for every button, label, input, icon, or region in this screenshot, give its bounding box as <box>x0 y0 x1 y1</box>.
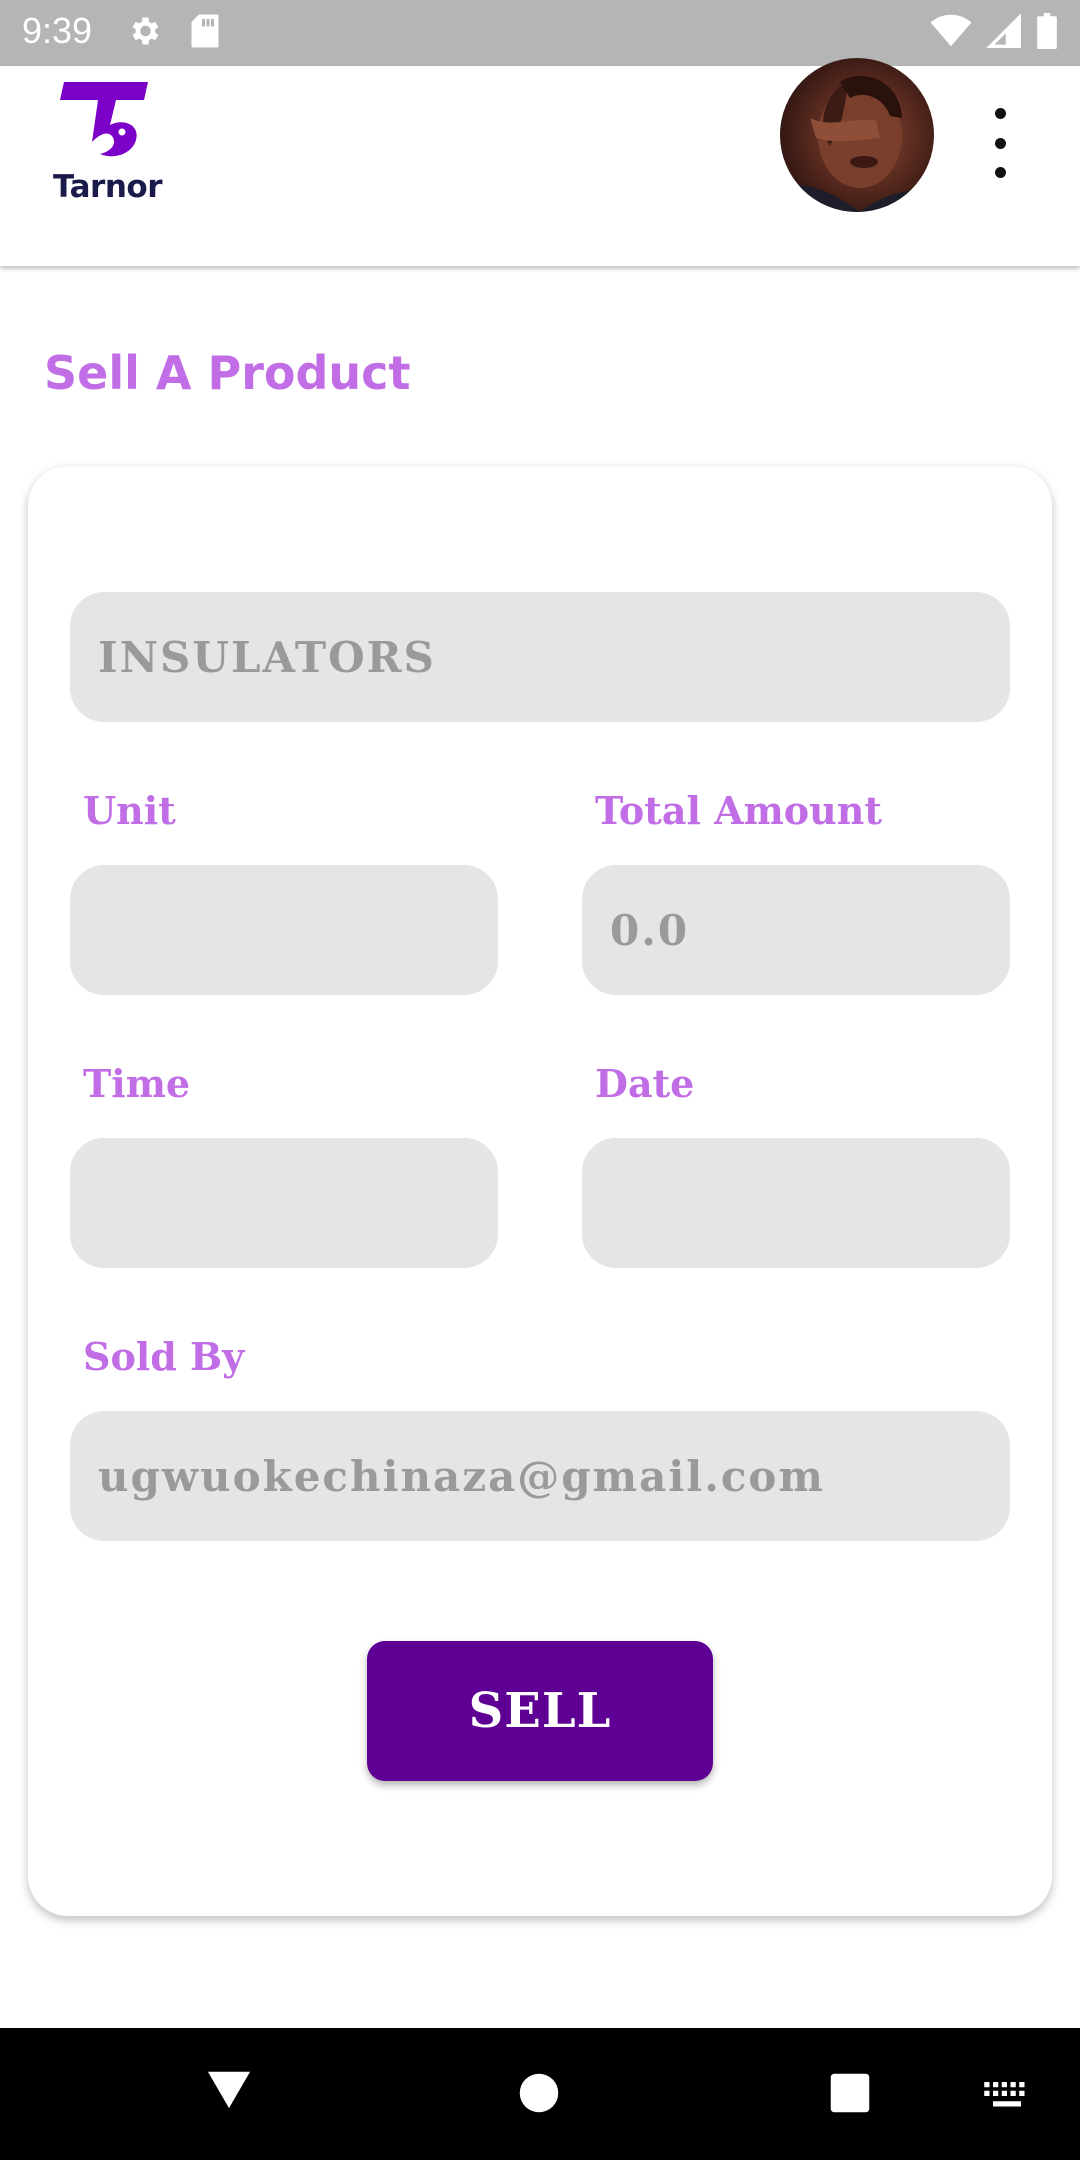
status-time: 9:39 <box>22 10 93 51</box>
logo-mark-icon <box>60 82 148 157</box>
sold-by-field[interactable]: ugwuokechinaza@gmail.com <box>70 1411 1010 1541</box>
avatar-photo-icon <box>780 76 934 212</box>
home-icon[interactable] <box>518 2072 560 2118</box>
unit-label: Unit <box>83 788 176 833</box>
wifi-icon <box>930 14 972 52</box>
keyboard-icon[interactable] <box>984 2082 1030 2114</box>
total-amount-field[interactable]: 0.0 <box>582 865 1010 995</box>
time-label: Time <box>83 1061 191 1106</box>
more-vert-icon[interactable] <box>986 108 1014 178</box>
status-right-icons <box>930 13 1058 53</box>
logo-text: Tarnor <box>52 169 163 205</box>
status-left-icons <box>126 14 220 52</box>
date-label: Date <box>595 1061 695 1106</box>
signal-icon <box>986 13 1022 52</box>
total-amount-label: Total Amount <box>595 788 882 833</box>
back-icon[interactable] <box>206 2066 252 2116</box>
status-bar: 9:39 <box>0 0 1080 66</box>
sell-form-card: INSULATORS Unit Total Amount 0.0 Time Da… <box>28 466 1052 1916</box>
sd-card-icon <box>190 13 220 53</box>
product-field[interactable]: INSULATORS <box>70 592 1010 722</box>
unit-input[interactable] <box>70 865 498 995</box>
navigation-bar <box>0 2028 1080 2160</box>
sell-button[interactable]: SELL <box>367 1641 713 1781</box>
date-input[interactable] <box>582 1138 1010 1268</box>
app-bar: Tarnor <box>0 58 1080 266</box>
time-input[interactable] <box>70 1138 498 1268</box>
tarnor-logo[interactable]: Tarnor <box>40 80 175 205</box>
recents-icon[interactable] <box>829 2072 871 2118</box>
battery-icon <box>1036 13 1058 53</box>
page-title: Sell A Product <box>44 346 411 400</box>
gear-icon <box>126 13 162 53</box>
avatar[interactable] <box>780 58 934 212</box>
sold-by-label: Sold By <box>83 1334 245 1379</box>
